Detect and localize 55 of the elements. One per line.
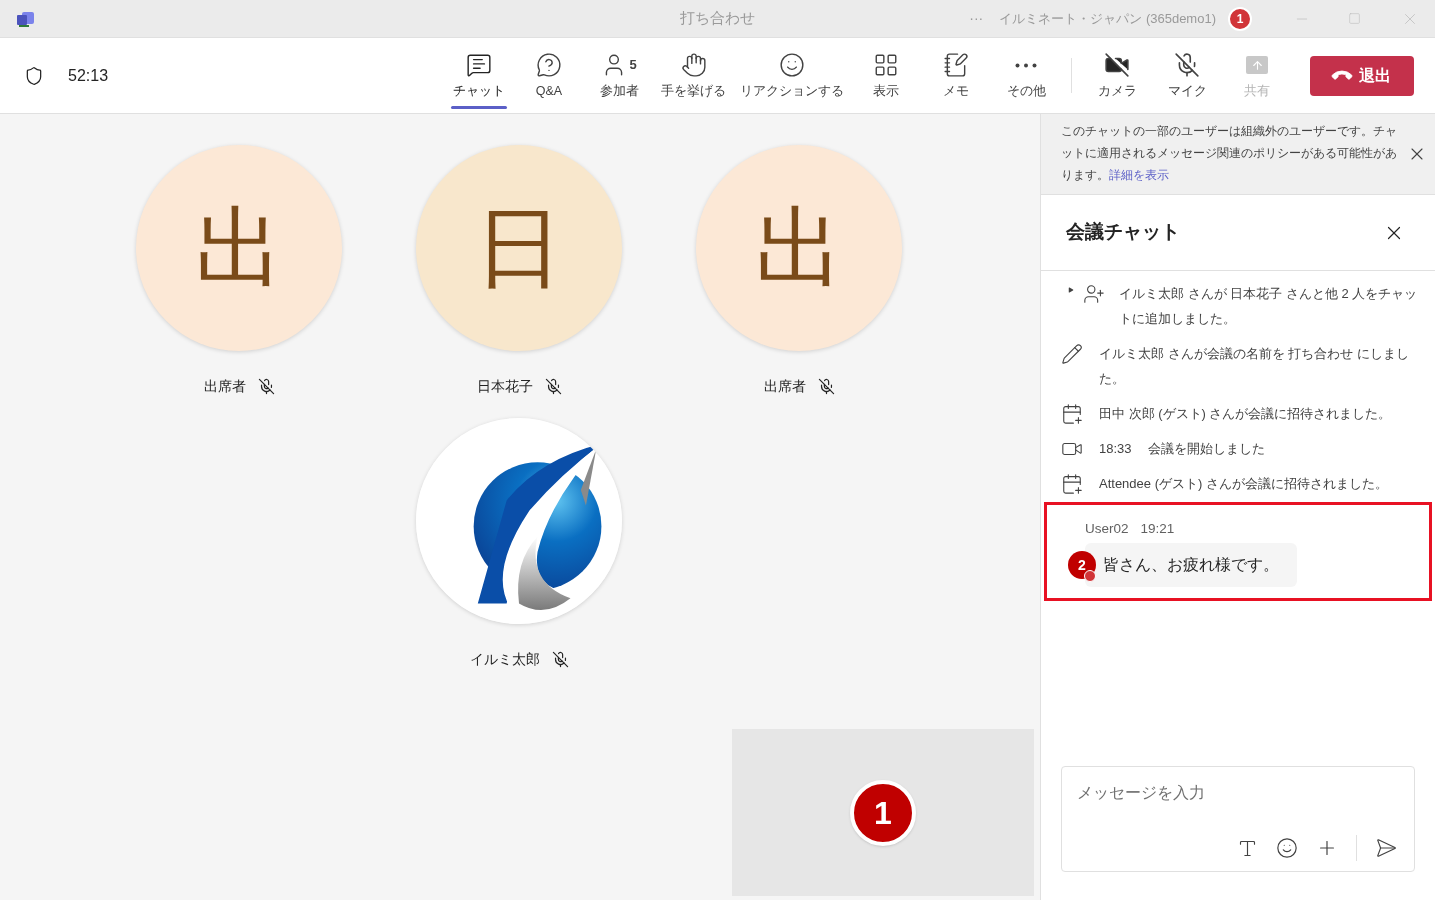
smiley-icon <box>779 52 805 79</box>
meeting-timer: 52:13 <box>68 65 109 86</box>
participant-count: 5 <box>629 56 637 75</box>
toolbar-button[interactable]: その他 <box>991 38 1061 113</box>
toolbar-button[interactable]: リアクションする <box>733 38 851 113</box>
calendar-add-icon <box>1061 403 1083 425</box>
toolbar-button[interactable]: チャット <box>444 38 514 113</box>
notice-text: このチャットの一部のユーザーは組織外のユーザーです。チャットに適用されるメッセージ関連のポリシーがある可能性があります。詳細を表示 <box>1061 123 1398 184</box>
event-text: 会議を開始しました <box>1147 440 1265 458</box>
message-bubble: 皆さん、お疲れ様です。 <box>1085 543 1297 588</box>
event-time: 18:33 <box>1099 440 1132 458</box>
avatar-initial: 出 <box>195 204 283 292</box>
participant-name: イルミ太郎 <box>469 649 540 669</box>
more-icon <box>1015 62 1037 68</box>
question-icon <box>536 52 562 79</box>
device-button[interactable]: マイク <box>1152 38 1222 113</box>
message-input[interactable]: メッセージを入力 <box>1077 781 1399 805</box>
event-text: Attendee (ゲスト) さんが会議に招待されました。 <box>1099 475 1388 493</box>
details-link[interactable]: 詳細を表示 <box>1109 168 1169 182</box>
camera-off-icon <box>1104 52 1130 79</box>
shield-icon <box>24 65 44 86</box>
device-button[interactable]: カメラ <box>1082 38 1152 113</box>
leave-button[interactable]: 退出 <box>1310 55 1414 96</box>
participant-name: 出席者 <box>763 376 806 396</box>
toolbar-button[interactable]: Q&A <box>514 38 584 113</box>
app-logo-icon <box>16 10 36 27</box>
avatar-initial: 日 <box>475 204 563 292</box>
hand-icon <box>680 52 707 79</box>
notepad-icon <box>943 52 969 79</box>
person-add-icon <box>1083 283 1105 305</box>
emoji-icon[interactable] <box>1276 837 1298 859</box>
toolbar-button[interactable]: 表示 <box>851 38 921 113</box>
calendar-add-icon <box>1061 473 1083 495</box>
message-sender: User02 <box>1085 520 1129 538</box>
toolbar-button[interactable]: 手を挙げる <box>654 38 733 113</box>
event-text: 田中 次郎 (ゲスト) さんが会議に招待されました。 <box>1099 405 1392 423</box>
chat-icon <box>466 52 492 79</box>
toolbar-button[interactable]: メモ <box>921 38 991 113</box>
participant-name: 出席者 <box>203 376 246 396</box>
event-text: イルミ太郎 さんが 日本花子 さんと他 2 人をチャットに追加しました。 <box>1119 285 1419 328</box>
event-text: イルミ太郎 さんが会議の名前を 打ち合わせ にしました。 <box>1099 345 1410 388</box>
avatar-initial: 出 <box>755 204 843 292</box>
chat-title: 会議チャット <box>1066 220 1180 245</box>
window-title: 打ち合わせ <box>680 8 755 29</box>
share-icon <box>1246 56 1268 75</box>
pencil-icon <box>1061 343 1083 365</box>
expand-icon[interactable] <box>1068 287 1074 293</box>
message-time: 19:21 <box>1140 520 1175 538</box>
message-compose-box[interactable]: メッセージを入力 <box>1061 766 1415 872</box>
annotation-badge: 1 <box>850 779 916 846</box>
send-icon[interactable] <box>1375 837 1397 859</box>
participant-name: 日本花子 <box>476 376 533 396</box>
toolbar-button[interactable]: 5 参加者 <box>584 38 654 113</box>
mic-off-icon <box>1174 52 1200 79</box>
annotation-badge: 1 <box>1228 6 1252 31</box>
